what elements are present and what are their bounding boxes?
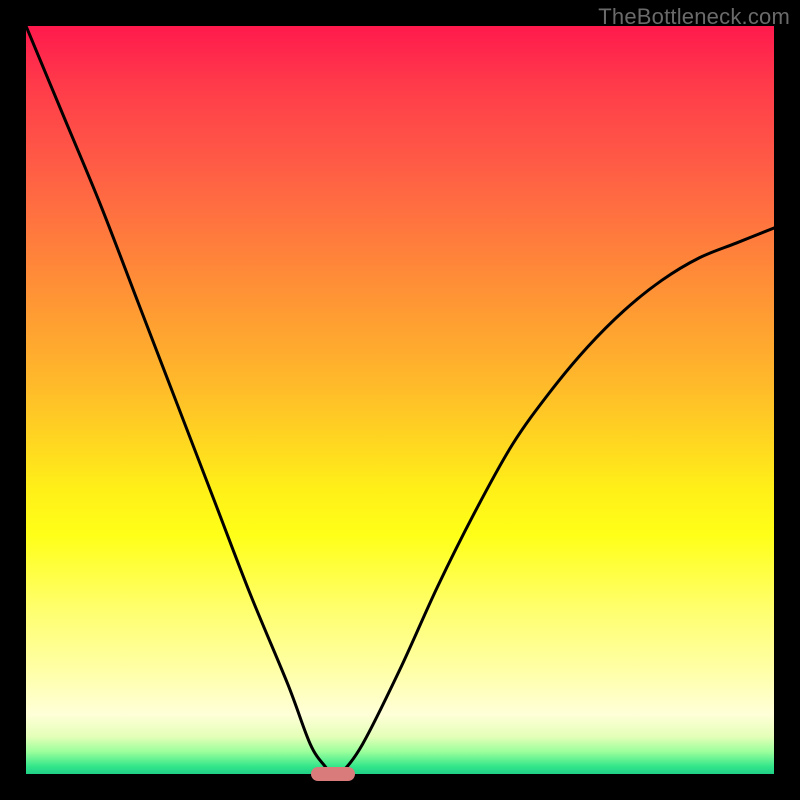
bottleneck-curve bbox=[26, 26, 774, 774]
plot-area bbox=[26, 26, 774, 774]
chart-frame: TheBottleneck.com bbox=[0, 0, 800, 800]
optimal-marker bbox=[311, 767, 355, 781]
